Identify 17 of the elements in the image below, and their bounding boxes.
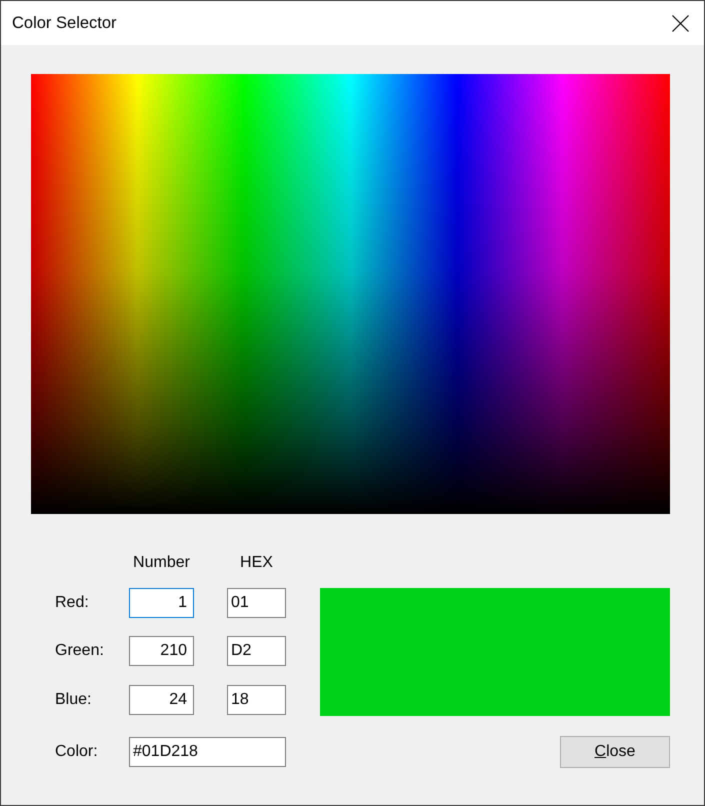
window-title: Color Selector [12,14,117,32]
color-hex-field[interactable]: #01D218 [129,737,286,767]
number-field[interactable]: 1 [129,588,194,618]
channel-label: Green: [55,641,105,661]
close-icon[interactable] [672,14,689,32]
color-spectrum[interactable] [31,74,670,514]
channel-label: Red: [55,593,90,613]
number-field[interactable]: 24 [129,685,194,715]
color-label: Color: [55,742,99,762]
close-button[interactable]: Close [560,736,670,768]
column-header: HEX [240,553,273,573]
channel-label: Blue: [55,690,92,710]
hex-field[interactable]: 18 [227,685,286,715]
hex-field[interactable]: D2 [227,636,286,666]
hex-field[interactable]: 01 [227,588,286,618]
number-field[interactable]: 210 [129,636,194,666]
column-header: Number [133,553,190,573]
